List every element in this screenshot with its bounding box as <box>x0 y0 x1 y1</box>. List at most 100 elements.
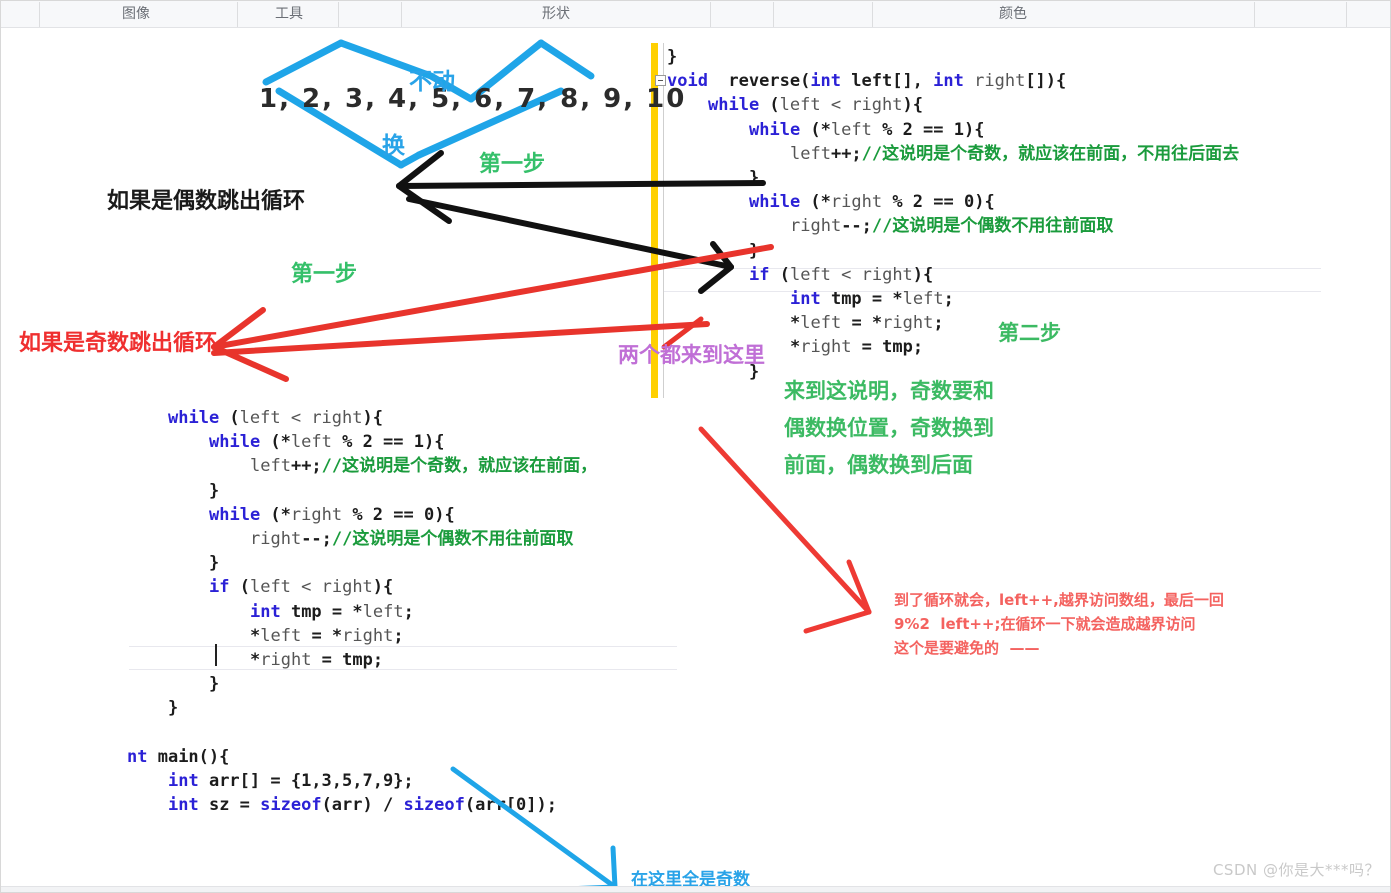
text-caret <box>215 644 217 666</box>
code-token: main(){ <box>147 746 230 767</box>
code-token: ){ <box>372 577 394 598</box>
code-token: left <box>290 432 332 453</box>
code-token: left <box>800 313 842 334</box>
anno-red-note-2: 9%2 left++;在循环一下就会造成越界访问 <box>894 615 1196 633</box>
code-token: ){ <box>902 95 923 116</box>
code-line: while (*left % 2 == 1){ <box>667 118 1239 142</box>
toolbar-group-3[interactable]: 颜色 <box>873 4 1153 24</box>
code-token: (arr) / <box>321 795 404 816</box>
code-line: nt main(){ <box>127 745 597 769</box>
code-token: if <box>749 264 770 285</box>
code-token: ; <box>933 313 944 334</box>
code-line: if (left < right){ <box>127 575 597 599</box>
main-code-block[interactable]: } void reverse(int left[], int right[]){w… <box>667 45 1239 384</box>
code-line: right--;//这说明是个偶数不用往前面取 <box>127 527 597 551</box>
code-token: left <box>790 143 831 164</box>
toolbar-separator-5 <box>773 2 774 27</box>
code-token: = * <box>841 313 883 334</box>
code-line: void reverse(int left[], int right[]){ <box>667 69 1239 93</box>
code-line: while (*right % 2 == 0){ <box>667 190 1239 214</box>
code-token: right <box>342 625 394 646</box>
code-line: right--;//这说明是个偶数不用往前面取 <box>667 214 1239 238</box>
toolbar-group-0[interactable]: 图像 <box>81 4 191 24</box>
code-token: int <box>933 71 964 92</box>
code-token: % 2 == 1){ <box>331 432 445 453</box>
code-token: tmp = * <box>280 601 363 622</box>
csdn-watermark: CSDN @你是大***吗？ <box>1212 861 1380 879</box>
code-line: int tmp = *left; <box>667 287 1239 311</box>
code-token: * <box>790 313 801 334</box>
code-token: int <box>168 795 199 816</box>
code-token: arr[] = {1,3,5,7,9}; <box>198 771 414 792</box>
code-line: int tmp = *left; <box>127 600 597 624</box>
code-token: right <box>974 71 1026 92</box>
code-token: while <box>168 408 220 428</box>
code-token: --; <box>841 216 872 237</box>
code-line: } <box>127 672 597 696</box>
code-token: ; <box>943 289 954 310</box>
code-token: left <box>362 601 404 622</box>
anno-budong: 不动 <box>409 69 455 95</box>
anno-red-note-1: 到了循环就会，left++,越界访问数组，最后一回 <box>894 591 1224 609</box>
code-token: left <box>902 289 944 310</box>
anno-both-arrive: 两个都来到这里 <box>618 343 765 367</box>
code-token: = tmp; <box>851 337 924 358</box>
code-token: ){ <box>362 408 383 428</box>
code-token: } <box>209 480 220 501</box>
code-token: //这说明是个偶数不用往前面取 <box>871 216 1114 237</box>
code-token: left <box>830 119 872 140</box>
toolbar-separator-7 <box>1254 2 1255 27</box>
code-line: } <box>127 479 597 503</box>
code-token: ){ <box>912 264 934 285</box>
code-token: ++; <box>290 456 322 477</box>
code-token: (* <box>800 119 831 140</box>
code-token: (* <box>260 504 291 525</box>
code-token: sz = <box>198 795 261 816</box>
code-token: right <box>260 650 312 671</box>
anno-green-note-1: 来到这说明，奇数要和 <box>784 379 994 403</box>
code-token: % 2 == 0){ <box>342 504 455 525</box>
code-token: } <box>749 240 760 261</box>
anno-green-note-3: 前面，偶数换到后面 <box>784 453 973 477</box>
code-token: int <box>790 289 821 310</box>
code-token: sizeof <box>403 795 465 816</box>
code-token: --; <box>301 529 332 550</box>
code-token: while <box>749 192 801 213</box>
code-token: while <box>209 432 261 453</box>
anno-red-note-3: 这个是要避免的 —— <box>894 639 1040 657</box>
drawing-canvas[interactable]: } void reverse(int left[], int right[]){w… <box>1 29 1390 892</box>
toolbar-group-2[interactable]: 形状 <box>401 4 711 24</box>
code-token: (* <box>800 192 831 213</box>
code-line: while (*right % 2 == 0){ <box>127 503 597 527</box>
code-token: } <box>209 674 220 695</box>
code-token: = tmp; <box>311 650 384 671</box>
code-token: left < right <box>789 264 913 285</box>
code-line: left++;//这说明是个奇数，就应该在前面，不用往后面去 <box>667 142 1239 166</box>
code-line: while (left < right){ <box>127 406 597 430</box>
code-token: left < right <box>779 95 903 116</box>
code-token: []){ <box>1025 71 1067 92</box>
code-token: int <box>810 71 842 92</box>
code-token: right <box>882 313 934 334</box>
code-token: right <box>800 337 852 358</box>
ribbon-toolbar: 图像 工具 形状 颜色 <box>1 1 1390 28</box>
code-line: left++;//这说明是个奇数，就应该在前面， <box>127 454 597 478</box>
code-token: left[], <box>841 71 934 92</box>
code-line: int sz = sizeof(arr) / sizeof(arr[0]); <box>127 793 597 817</box>
code-token: tmp = * <box>820 289 903 310</box>
code-token: right <box>290 504 343 525</box>
code-token: while <box>749 119 801 140</box>
anno-even-break: 如果是偶数跳出循环 <box>107 189 306 214</box>
code-token: while <box>209 504 261 525</box>
code-token: right <box>790 216 842 237</box>
toolbar-group-1[interactable]: 工具 <box>233 4 345 24</box>
code-token: //这说明是个奇数，就应该在前面，不用往后面去 <box>861 143 1240 164</box>
code-line: while (left < right){ <box>667 93 1239 117</box>
code-line: } <box>127 696 597 720</box>
lower-code-block[interactable]: while (left < right){while (*left % 2 ==… <box>127 406 597 817</box>
code-token: (* <box>260 432 291 453</box>
code-token: reverse( <box>707 71 811 92</box>
code-token: * <box>790 337 801 358</box>
code-token: right <box>830 192 883 213</box>
